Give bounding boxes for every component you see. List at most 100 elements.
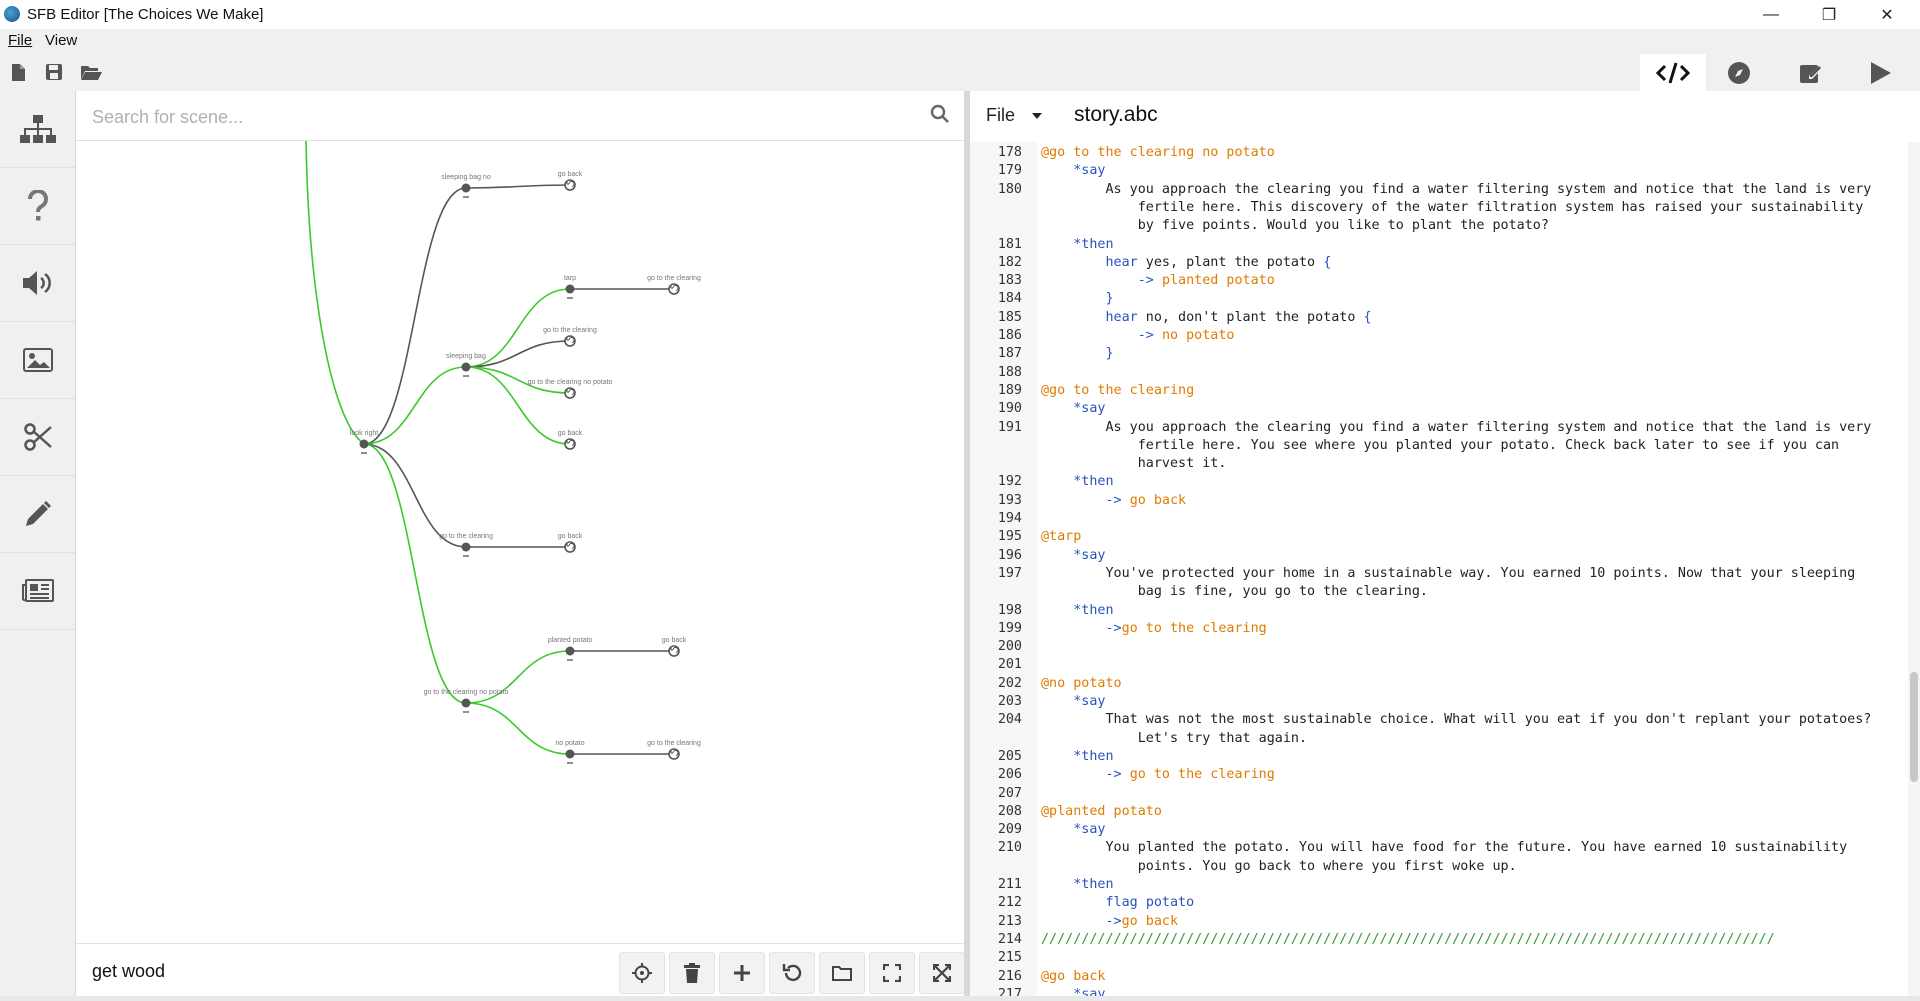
delete-button[interactable]: [669, 952, 715, 994]
line-number: 214: [997, 931, 1022, 947]
editor-scroll-thumb[interactable]: [1910, 672, 1918, 782]
code-token: harvest it.: [1041, 456, 1227, 472]
undo-button[interactable]: [769, 952, 815, 994]
plus-icon: [734, 965, 750, 981]
line-number: 217: [997, 986, 1022, 996]
line-text: You've protected your home in a sustaina…: [1041, 565, 1855, 583]
code-token: @planted potato: [1041, 803, 1162, 819]
line-number: 207: [997, 785, 1022, 801]
code-token: *say: [1073, 163, 1106, 179]
new-file-icon[interactable]: [8, 62, 28, 82]
line-text: -> go back: [1041, 492, 1187, 510]
sidebar: [0, 91, 76, 996]
edit-tab[interactable]: [1778, 54, 1844, 91]
maximize-button[interactable]: ❐: [1800, 0, 1858, 29]
editor-scrollbar[interactable]: [1908, 142, 1920, 996]
code-token: yes, plant the potato: [1137, 254, 1324, 270]
scene-node: [461, 183, 471, 193]
line-text: *say: [1041, 162, 1106, 180]
code-line: 208 @planted potato: [970, 803, 1900, 821]
expand-arrows-icon: [933, 964, 951, 982]
speaker-icon: [22, 271, 51, 295]
code-token: }: [1105, 346, 1114, 362]
center-button[interactable]: [619, 952, 665, 994]
node-label: go to the clearing: [647, 740, 701, 747]
code-token: fertile here. This discovery of the wate…: [1041, 199, 1864, 215]
sidebar-item-images[interactable]: [0, 322, 75, 399]
menu-view[interactable]: View: [45, 32, 77, 49]
sidebar-item-cut[interactable]: [0, 399, 75, 476]
line-text: bag is fine, you go to the clearing.: [1041, 583, 1428, 601]
line-text: *say: [1041, 547, 1106, 565]
save-icon[interactable]: [44, 62, 64, 82]
sidebar-item-news[interactable]: [0, 553, 75, 630]
line-text: ////////////////////////////////////////…: [1041, 931, 1775, 949]
code-line: 194: [970, 510, 1900, 528]
code-line: 181 *then: [970, 236, 1900, 254]
code-token: potato: [1145, 895, 1195, 911]
code-token: points. You go back to where you first w…: [1041, 858, 1517, 874]
line-number: 181: [997, 236, 1022, 252]
folder-button[interactable]: [819, 952, 865, 994]
line-text: @planted potato: [1041, 803, 1162, 821]
line-number: 216: [997, 968, 1022, 984]
code-line: 187 }: [970, 345, 1900, 363]
sidebar-item-help[interactable]: [0, 168, 75, 245]
open-folder-icon[interactable]: [80, 62, 102, 82]
code-token: *then: [1073, 748, 1114, 764]
line-number: 203: [997, 694, 1022, 709]
line-text: ->go to the clearing: [1041, 620, 1267, 638]
code-token: fertile here. You see where you planted …: [1041, 437, 1840, 453]
fit-view-button[interactable]: [869, 952, 915, 994]
sidebar-item-write[interactable]: [0, 476, 75, 553]
line-text: @tarp: [1041, 528, 1081, 546]
code-token: *say: [1073, 547, 1106, 563]
line-number: 186: [997, 328, 1022, 343]
minimize-button[interactable]: —: [1742, 0, 1800, 29]
code-token: @no potato: [1041, 675, 1122, 691]
chevron-down-icon[interactable]: [1032, 113, 1042, 119]
expand-button[interactable]: [919, 952, 965, 994]
line-number: 194: [997, 511, 1022, 526]
line-number: 199: [997, 620, 1022, 636]
current-scene-name: get wood: [92, 961, 166, 981]
graph-edge: [363, 443, 467, 704]
code-text-area[interactable]: 178 @go to the clearing no potato 179 *say…: [970, 142, 1920, 996]
menu-file[interactable]: File: [8, 32, 32, 49]
play-tab[interactable]: [1848, 54, 1914, 91]
line-text: by five points. Would you like to plant …: [1041, 217, 1549, 235]
search-icon[interactable]: [930, 104, 950, 124]
node-label: look right: [350, 430, 378, 437]
title-bar: SFB Editor [The Choices We Make] — ❐ ✕: [0, 0, 1920, 29]
window-bottom-edge: [0, 996, 1920, 1001]
trash-icon: [684, 963, 700, 983]
sidebar-item-sound[interactable]: [0, 245, 75, 322]
compass-tab[interactable]: [1706, 54, 1772, 91]
add-button[interactable]: [719, 952, 765, 994]
code-line: 179 *say: [970, 162, 1900, 180]
line-text: That was not the most sustainable choice…: [1041, 711, 1871, 729]
scene-search-bar: [76, 91, 964, 141]
graph-edge: [363, 366, 467, 445]
scene-graph-canvas[interactable]: sleeping bag no go back tarp go to the clea…: [76, 141, 964, 933]
code-line: Let's try that again.: [970, 730, 1900, 748]
editor-header: File story.abc: [970, 91, 1920, 140]
scene-search-input[interactable]: [90, 103, 874, 131]
sidebar-item-scene-graph[interactable]: [0, 91, 75, 168]
code-line: 206 -> go to the clearing: [970, 766, 1900, 784]
node-label: go to the clearing no potato: [424, 689, 509, 696]
code-token: no potato: [1161, 328, 1235, 343]
code-tab[interactable]: [1640, 54, 1706, 91]
close-button[interactable]: ✕: [1858, 0, 1916, 29]
editor-file-menu[interactable]: File: [986, 105, 1015, 126]
code-icon: [1656, 62, 1690, 83]
pencil-square-icon: [1800, 64, 1822, 83]
line-text: *then: [1041, 602, 1113, 620]
code-token: by five points. Would you like to plant …: [1041, 218, 1549, 234]
node-label: go to the clearing: [543, 327, 597, 334]
